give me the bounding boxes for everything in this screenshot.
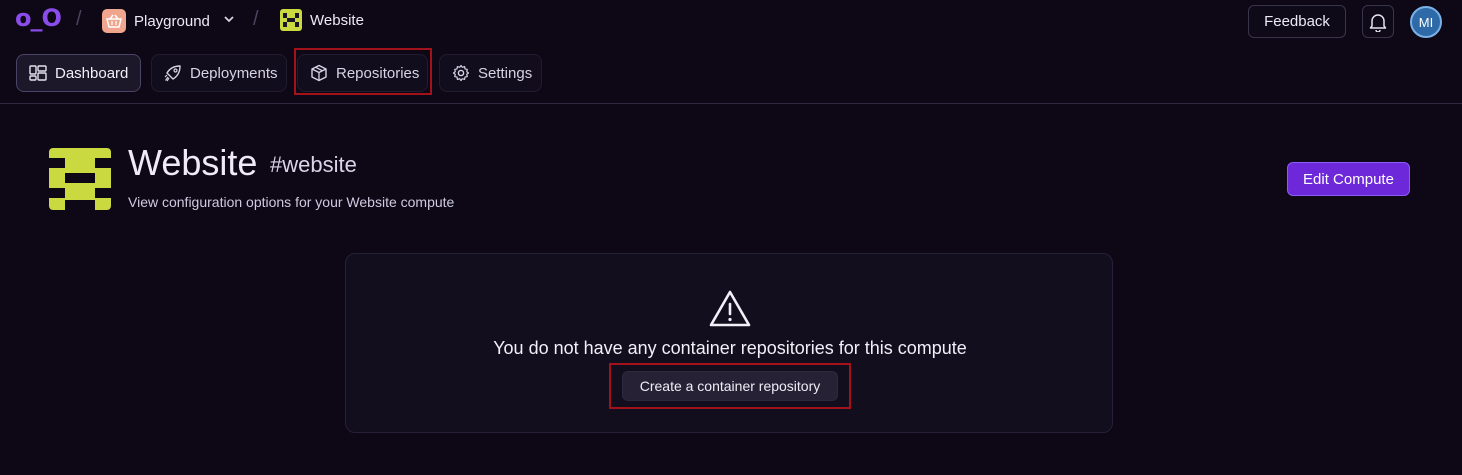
highlight-create-button — [609, 363, 851, 409]
project-tag: #website — [270, 152, 357, 177]
tab-label: Dashboard — [55, 64, 129, 82]
chevron-down-icon[interactable] — [222, 12, 236, 30]
tab-label: Deployments — [190, 64, 278, 82]
tab-dashboard[interactable]: Dashboard — [16, 54, 141, 92]
feedback-button[interactable]: Feedback — [1248, 5, 1346, 38]
dashboard-icon — [29, 65, 47, 81]
page-subtitle: View configuration options for your Webs… — [128, 194, 455, 210]
top-bar: o_O / Playground / Website Feedback MI — [0, 0, 1462, 44]
tab-deployments[interactable]: Deployments — [151, 54, 287, 92]
gear-icon — [452, 64, 470, 82]
breadcrumb-separator: / — [253, 8, 259, 30]
breadcrumb-item-playground[interactable]: Playground — [102, 9, 236, 33]
tab-settings[interactable]: Settings — [439, 54, 542, 92]
breadcrumb-separator: / — [76, 8, 82, 30]
tab-label: Settings — [478, 64, 533, 82]
edit-compute-button[interactable]: Edit Compute — [1287, 162, 1410, 196]
avatar[interactable]: MI — [1410, 6, 1442, 38]
breadcrumb-label: Website — [310, 11, 364, 29]
breadcrumb-label: Playground — [134, 12, 210, 30]
divider — [0, 103, 1462, 104]
warning-icon — [709, 290, 751, 327]
app-logo[interactable]: o_O — [15, 4, 62, 32]
notifications-button[interactable] — [1362, 5, 1394, 38]
rocket-icon — [164, 65, 181, 82]
highlight-repositories-tab — [294, 48, 432, 95]
website-project-icon — [280, 9, 302, 31]
basket-icon — [102, 9, 126, 33]
empty-state-message: You do not have any container repositori… — [493, 338, 967, 358]
bell-icon — [1369, 13, 1387, 32]
page-title: Website — [128, 142, 258, 183]
breadcrumb-item-website[interactable]: Website — [280, 9, 364, 31]
website-project-icon — [49, 148, 111, 210]
